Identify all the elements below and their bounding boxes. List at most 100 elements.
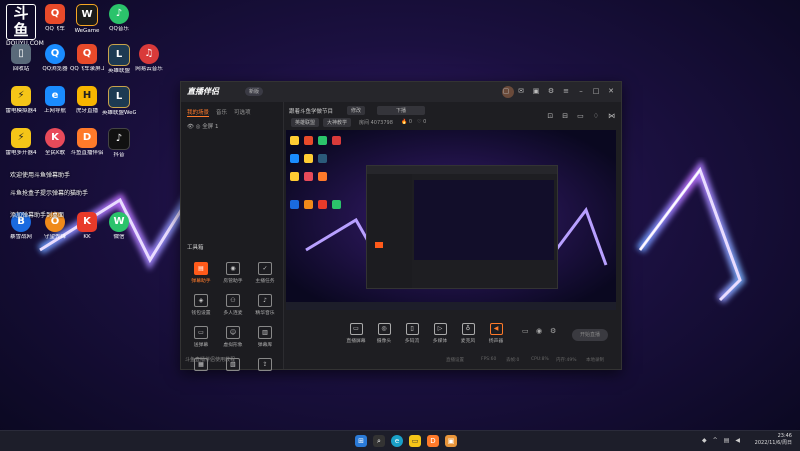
stream-controls: ▭ 直播屏幕 ◎ 摄像头 ▯ 多码流 ▷ 多媒体 ♁ 麦克风 ◀ 扬声器 ▭ ◉ ⚙ 开始直… xyxy=(286,323,616,351)
camera-button[interactable]: ◎ 摄像头 xyxy=(370,323,398,344)
room-category[interactable]: 英雄联盟 xyxy=(291,118,320,127)
speaker-icon: ◀ xyxy=(489,323,503,335)
menu-icon[interactable]: ≡ xyxy=(562,87,570,95)
status-bar: 直播设置 FPS:60 丢帧:0 CPU:8% 内存:49% 本地录制 xyxy=(446,357,604,363)
settings-icon[interactable]: ⚙ xyxy=(547,87,555,95)
go-live-button[interactable]: 开始直播 xyxy=(572,329,608,341)
douyu-icon[interactable]: D xyxy=(427,435,439,447)
left-panel: 我的场景 音乐 可选项 👁 ◎ 全屏 1 工具箱 ▤ 弹幕助手 ◉ 房管助手 ✓ 主播… xyxy=(181,102,284,371)
tool-extra-3[interactable]: ⇪ xyxy=(249,358,281,373)
version-badge[interactable]: 新版 xyxy=(245,87,264,96)
store-icon[interactable]: ▣ xyxy=(445,435,457,447)
tab-scenes[interactable]: 我的场景 xyxy=(187,108,210,117)
desktop-icon-lol-wegame[interactable]: L英雄联盟WeGame版 xyxy=(102,86,136,116)
message-icon[interactable]: ▢ xyxy=(502,87,510,95)
upload-icon: ⇪ xyxy=(258,358,272,371)
category-button[interactable]: 下播 xyxy=(377,106,425,115)
desktop-icon-recycle-bin[interactable]: ▯ 回收站 xyxy=(4,44,38,72)
desktop-icon-wesing[interactable]: K 全民K歌 xyxy=(38,128,72,156)
desktop-icon-kk[interactable]: K KK xyxy=(70,212,104,240)
tool-streamer-task[interactable]: ✓ 主播任务 xyxy=(249,262,281,284)
tool-wallet[interactable]: ◈ 钱包设置 xyxy=(185,294,217,316)
gift-icon[interactable]: ▣ xyxy=(532,87,540,95)
tutorial-link[interactable]: 斗鱼直播伴侣使用教程 xyxy=(185,356,235,363)
desktop-icon-douyin[interactable]: ♪ 抖音 xyxy=(102,128,136,158)
desktop-icon-ie[interactable]: e 上网导航 xyxy=(38,86,72,114)
wesing-icon: K xyxy=(45,128,65,148)
douyu-companion-window: 直播伴侣 新版 ▢ ✉ ▣ ⚙ ≡ – □ ✕ 我的场景 音乐 可选项 👁 ◎ … xyxy=(180,81,622,371)
eye-preview-icon[interactable]: ◉ xyxy=(536,327,542,335)
tool-danmu-assistant[interactable]: ▤ 弹幕助手 xyxy=(185,262,217,284)
microphone-button[interactable]: ♁ 麦克风 xyxy=(454,323,482,344)
stream-preview[interactable] xyxy=(286,130,616,310)
desktop-icon-ld-multi[interactable]: ⚡ 雷电多开器4 xyxy=(4,128,38,156)
tool-send-danmu[interactable]: ▭ 送弹幕 xyxy=(185,326,217,348)
room-number: 房间 4073798 xyxy=(359,120,393,126)
desktop-icon-wechat[interactable]: W 微信 xyxy=(102,212,136,240)
gift-box-icon[interactable]: ⊡ xyxy=(547,112,553,120)
share-icon[interactable]: ⋈ xyxy=(608,112,615,120)
send-icon: ▭ xyxy=(194,326,208,339)
desktop-icon-netease-music[interactable]: ♫ 网易云音乐 xyxy=(132,44,166,72)
mail-icon[interactable]: ✉ xyxy=(517,87,525,95)
desktop-icon-douyu-companion[interactable]: D 斗鱼直播伴侣 xyxy=(70,128,104,156)
room-subcategory[interactable]: 大神教学 xyxy=(323,118,352,127)
tool-avatar[interactable]: ☺ 虚拟形象 xyxy=(217,326,249,348)
multistream-button[interactable]: ▯ 多码流 xyxy=(398,323,426,344)
desktop-icon-wegame[interactable]: W WeGame xyxy=(70,4,104,34)
gear-icon[interactable]: ⚙ xyxy=(550,327,556,335)
edge-icon[interactable]: e xyxy=(391,435,403,447)
tool-danmu-library[interactable]: ▥ 弹幕库 xyxy=(249,326,281,348)
tab-music[interactable]: 音乐 xyxy=(216,108,227,117)
desktop-icon-ldplayer[interactable]: ⚡ 雷电模拟器4 xyxy=(4,86,38,114)
scene-item[interactable]: 👁 ◎ 全屏 1 xyxy=(187,122,219,130)
phone-icon: ▯ xyxy=(405,323,419,335)
eye-icon[interactable]: 👁 xyxy=(187,124,194,130)
speaker-button[interactable]: ◀ 扬声器 xyxy=(482,323,510,344)
qq-speed-recorder-icon: Q xyxy=(77,44,97,64)
douyin-icon: ♪ xyxy=(108,128,130,150)
desktop-icon-huya[interactable]: H 虎牙直播 xyxy=(70,86,104,114)
tool-music[interactable]: ♪ 精华音乐 xyxy=(249,294,281,316)
task-icon: ✓ xyxy=(258,262,272,275)
maximize-icon[interactable]: □ xyxy=(592,87,600,95)
screen-icon[interactable]: ▭ xyxy=(577,112,584,120)
desktop-icon-qq-music[interactable]: ♪ QQ音乐 xyxy=(102,4,136,32)
bell-icon[interactable]: ♢ xyxy=(593,112,599,120)
record-icon[interactable]: ⊟ xyxy=(562,112,568,120)
minimize-icon[interactable]: – xyxy=(577,87,585,95)
system-tray: ◆ ^ ▤ ◀ xyxy=(702,437,740,444)
user-icon: ◉ xyxy=(226,262,240,275)
desktop-icon-qq-browser[interactable]: Q QQ浏览器 xyxy=(38,44,72,72)
recycle-bin-icon: ▯ xyxy=(11,44,31,64)
desktop-icon-qq-speed[interactable]: Q QQ飞车 xyxy=(38,4,72,32)
avatar-icon: ☺ xyxy=(226,326,240,339)
ld-multi-icon: ⚡ xyxy=(11,128,31,148)
tool-room-manager[interactable]: ◉ 房管助手 xyxy=(217,262,249,284)
edit-title-button[interactable]: 修改 xyxy=(347,106,366,115)
clock[interactable]: 23:46 2022/11/6/周日 xyxy=(755,433,792,447)
explorer-icon[interactable]: ▭ xyxy=(409,435,421,447)
windows-icon[interactable]: ⊞ xyxy=(355,435,367,447)
desktop-notice-line1: 欢迎使用斗鱼弹幕助手 xyxy=(10,172,71,179)
media-button[interactable]: ▷ 多媒体 xyxy=(426,323,454,344)
desktop-icon-lol[interactable]: L 英雄联盟 xyxy=(102,44,136,74)
tray-app-icon[interactable]: ◆ xyxy=(702,437,707,444)
qq-music-icon: ♪ xyxy=(109,4,129,24)
tab-options[interactable]: 可选项 xyxy=(234,108,251,117)
fans-count: 🔥 0 xyxy=(401,119,413,125)
volume-icon[interactable]: ◀ xyxy=(735,437,740,444)
netease-music-icon: ♫ xyxy=(139,44,159,64)
taskbar-apps: ⊞ ⌕ e ▭ D ▣ xyxy=(355,435,457,447)
desktop-icon-qq-speed-recorder[interactable]: QQQ飞车录屏工具 xyxy=(70,44,104,72)
lock-icon[interactable]: ◎ xyxy=(196,124,201,130)
video-icon[interactable]: ▭ xyxy=(522,327,529,335)
tool-multi-mic[interactable]: ⚇ 多人连麦 xyxy=(217,294,249,316)
network-icon[interactable]: ▤ xyxy=(724,437,730,444)
tray-chevron-icon[interactable]: ^ xyxy=(713,437,718,444)
douyu-watermark: 斗鱼 DOUYU.COM xyxy=(6,4,44,47)
search-icon[interactable]: ⌕ xyxy=(373,435,385,447)
close-icon[interactable]: ✕ xyxy=(607,87,615,95)
library-icon: ▥ xyxy=(258,326,272,339)
screen-capture-button[interactable]: ▭ 直播屏幕 xyxy=(342,323,370,344)
